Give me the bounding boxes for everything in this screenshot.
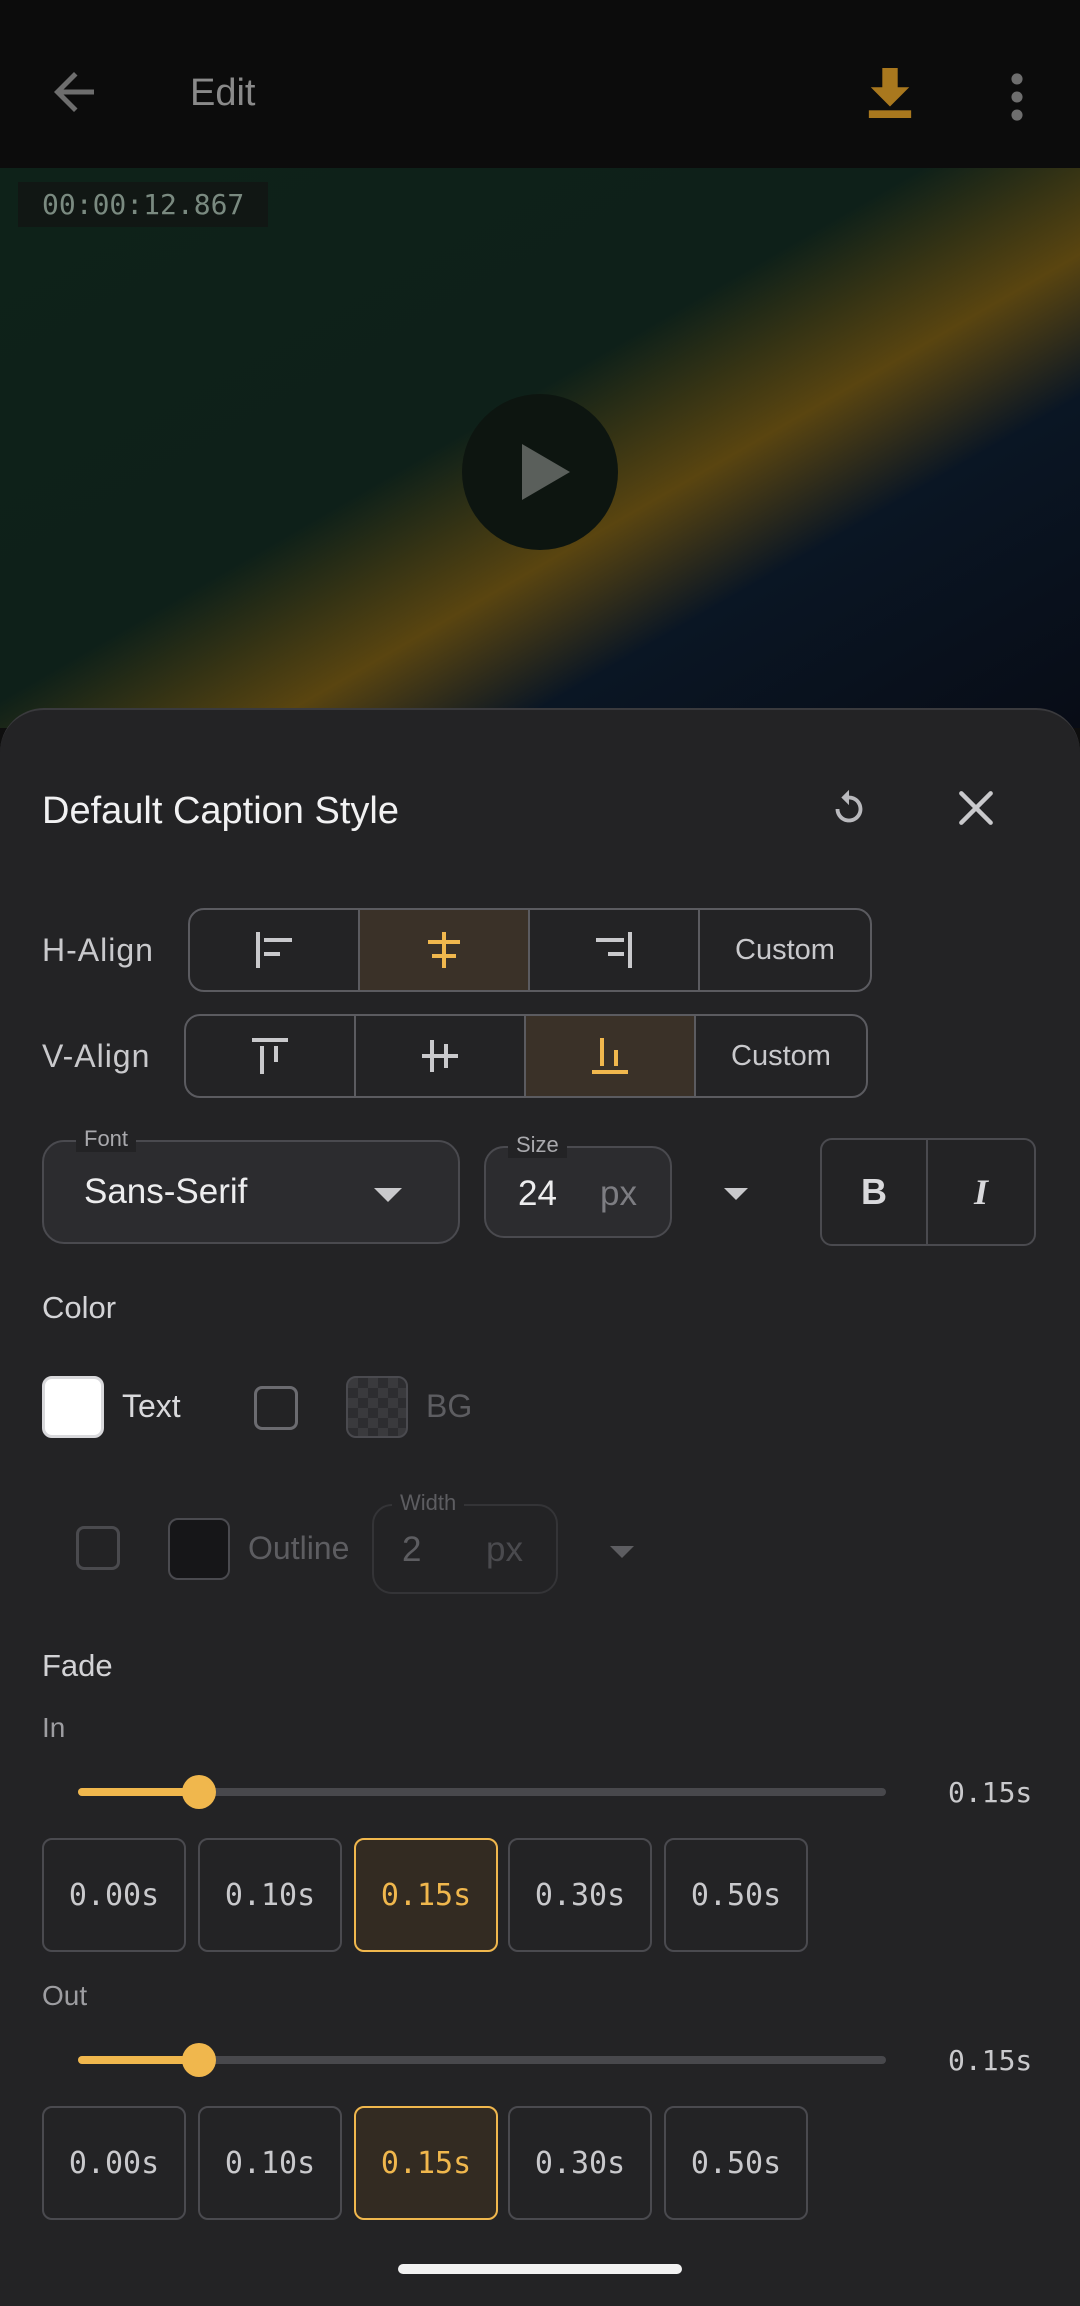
text-style-toggle: B I [820, 1138, 1036, 1246]
fade-in-value: 0.15s [948, 1776, 1033, 1809]
v-align-label: V-Align [42, 1038, 151, 1074]
v-align-custom-button[interactable]: Custom [696, 1016, 866, 1096]
fade-out-preset[interactable]: 0.50s [664, 2106, 808, 2220]
h-align-right-button[interactable] [530, 910, 700, 990]
fade-out-value: 0.15s [948, 2044, 1033, 2077]
size-dropdown-icon[interactable] [724, 1188, 748, 1200]
page-title: Edit [190, 72, 256, 114]
fade-out-slider-fill [78, 2056, 200, 2064]
reset-icon[interactable] [826, 786, 872, 832]
font-value: Sans-Serif [84, 1172, 248, 1211]
bold-button[interactable]: B [822, 1140, 929, 1244]
bg-checkbox[interactable] [254, 1386, 298, 1430]
top-app-bar: Edit [0, 0, 1080, 168]
outline-checkbox[interactable] [76, 1526, 120, 1570]
fade-in-slider-thumb[interactable] [182, 1775, 217, 1809]
align-left-icon [256, 932, 292, 968]
italic-button[interactable]: I [928, 1140, 1034, 1244]
size-input[interactable]: 24 px [484, 1146, 672, 1238]
font-label: Font [76, 1126, 137, 1152]
h-align-center-button[interactable] [360, 910, 530, 990]
align-bottom-icon [592, 1038, 628, 1074]
v-align-top-button[interactable] [186, 1016, 356, 1096]
fade-section-title: Fade [42, 1648, 113, 1683]
outline-width-label: Width [392, 1490, 465, 1516]
fade-out-preset[interactable]: 0.10s [198, 2106, 342, 2220]
outline-width-input[interactable]: 2 px [372, 1504, 558, 1594]
h-align-left-button[interactable] [190, 910, 360, 990]
bg-color-swatch[interactable] [346, 1376, 408, 1438]
v-align-bottom-button[interactable] [526, 1016, 696, 1096]
close-icon[interactable] [954, 786, 998, 830]
size-label: Size [508, 1132, 567, 1158]
caption-style-sheet: Default Caption Style H-Align Custom V-A… [0, 708, 1080, 2306]
video-timestamp: 00:00:12.867 [18, 182, 269, 227]
outline-width-unit: px [486, 1530, 523, 1569]
play-button[interactable] [462, 394, 618, 550]
outline-color-swatch[interactable] [168, 1518, 230, 1580]
sheet-title: Default Caption Style [42, 790, 399, 832]
h-align-label: H-Align [42, 932, 154, 968]
fade-in-preset[interactable]: 0.10s [198, 1838, 342, 1952]
align-top-icon [252, 1038, 288, 1074]
video-preview[interactable]: 00:00:12.867 [0, 168, 1080, 728]
align-center-icon [428, 932, 460, 968]
fade-in-slider-fill [78, 1788, 200, 1796]
align-middle-icon [422, 1040, 458, 1072]
back-arrow-icon[interactable] [44, 62, 104, 122]
h-align-custom-button[interactable]: Custom [700, 910, 870, 990]
fade-in-preset[interactable]: 0.50s [664, 1838, 808, 1952]
text-color-label: Text [122, 1388, 181, 1424]
color-section-title: Color [42, 1290, 117, 1325]
fade-out-preset-selected[interactable]: 0.15s [354, 2106, 498, 2220]
bg-color-label: BG [426, 1388, 473, 1424]
download-icon[interactable] [868, 68, 912, 118]
fade-out-label: Out [42, 1980, 88, 2011]
outline-width-value: 2 [402, 1530, 422, 1569]
fade-in-label: In [42, 1712, 66, 1743]
home-indicator [398, 2264, 682, 2274]
play-icon [522, 444, 570, 500]
size-value: 24 [518, 1174, 557, 1213]
outline-width-dropdown-icon[interactable] [610, 1546, 634, 1558]
fade-in-preset[interactable]: 0.30s [508, 1838, 652, 1952]
fade-in-preset[interactable]: 0.00s [42, 1838, 186, 1952]
font-select[interactable]: Sans-Serif [42, 1140, 460, 1244]
outline-label: Outline [248, 1530, 350, 1566]
fade-out-slider-thumb[interactable] [182, 2043, 217, 2077]
v-align-middle-button[interactable] [356, 1016, 526, 1096]
v-align-segmented: Custom [184, 1014, 868, 1098]
h-align-segmented: Custom [188, 908, 872, 992]
fade-in-preset-selected[interactable]: 0.15s [354, 1838, 498, 1952]
text-color-swatch[interactable] [42, 1376, 104, 1438]
fade-out-preset[interactable]: 0.00s [42, 2106, 186, 2220]
more-vert-icon[interactable] [1000, 72, 1034, 122]
fade-out-preset[interactable]: 0.30s [508, 2106, 652, 2220]
align-right-icon [596, 932, 632, 968]
chevron-down-icon [374, 1188, 402, 1202]
size-unit: px [600, 1174, 637, 1213]
